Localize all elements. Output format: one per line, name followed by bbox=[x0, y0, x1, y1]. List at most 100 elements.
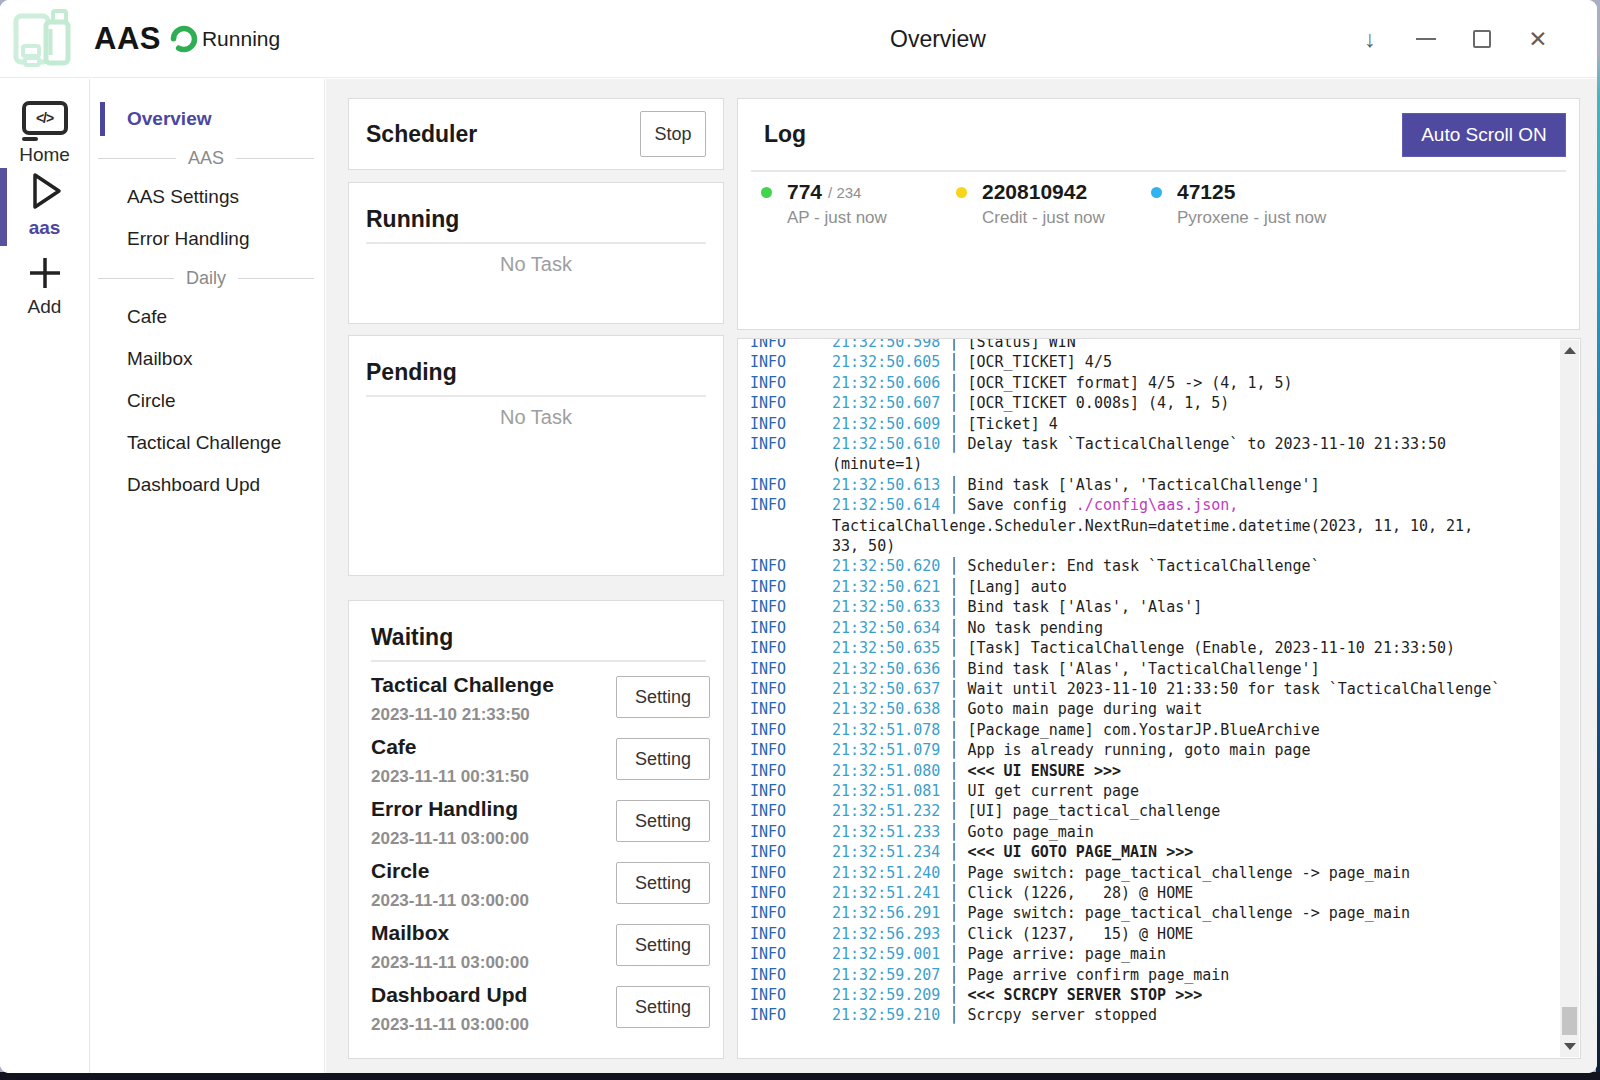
nav-item-dashboard-upd[interactable]: Dashboard Upd bbox=[91, 464, 324, 506]
divider bbox=[366, 242, 706, 244]
rail-item-add[interactable]: Add bbox=[0, 253, 89, 318]
stat-suffix: / 234 bbox=[828, 184, 861, 201]
waiting-task-row: Circle2023-11-11 03:00:00Setting bbox=[371, 856, 710, 918]
waiting-task-time: 2023-11-10 21:33:50 bbox=[371, 703, 554, 727]
rail-item-aas[interactable]: aas bbox=[0, 168, 89, 239]
log-line: INFO21:32:51.079 │ App is already runnin… bbox=[750, 740, 1504, 760]
setting-button[interactable]: Setting bbox=[616, 862, 710, 904]
setting-button[interactable]: Setting bbox=[616, 800, 710, 842]
log-card: Log Auto Scroll ON 774 / 234 AP - just now… bbox=[737, 98, 1580, 330]
minimize-button[interactable] bbox=[1413, 26, 1439, 52]
log-line: INFO21:32:51.081 │ UI get current page bbox=[750, 781, 1504, 801]
log-line: INFO21:32:50.633 │ Bind task ['Alas', 'A… bbox=[750, 597, 1504, 617]
nav-item-overview[interactable]: Overview bbox=[91, 98, 324, 140]
log-line: INFO21:32:59.207 │ Page arrive confirm p… bbox=[750, 965, 1504, 985]
log-line: INFO21:32:50.610 │ Delay task `TacticalC… bbox=[750, 434, 1504, 475]
maximize-button[interactable] bbox=[1469, 26, 1495, 52]
stat-label: Credit - just now bbox=[982, 208, 1151, 228]
nav-item-error-handling[interactable]: Error Handling bbox=[91, 218, 324, 260]
setting-button[interactable]: Setting bbox=[616, 676, 710, 718]
stat-label: AP - just now bbox=[787, 208, 956, 228]
log-line: INFO21:32:50.606 │ [OCR_TICKET format] 4… bbox=[750, 373, 1504, 393]
waiting-task-name: Dashboard Upd bbox=[371, 982, 529, 1008]
stat-label: Pyroxene - just now bbox=[1177, 208, 1346, 228]
log-stat: 47125Pyroxene - just now bbox=[1151, 180, 1346, 228]
log-line: INFO21:32:50.607 │ [OCR_TICKET 0.008s] (… bbox=[750, 393, 1504, 413]
stat-dot-icon bbox=[1151, 187, 1162, 198]
auto-scroll-button[interactable]: Auto Scroll ON bbox=[1402, 113, 1566, 157]
waiting-task-name: Tactical Challenge bbox=[371, 672, 554, 698]
running-title: Running bbox=[366, 206, 706, 233]
desktop-bottom bbox=[0, 1072, 1600, 1080]
play-icon bbox=[21, 168, 69, 214]
stop-button[interactable]: Stop bbox=[640, 111, 706, 157]
nav-item-aas-settings[interactable]: AAS Settings bbox=[91, 176, 324, 218]
scroll-up-icon[interactable] bbox=[1564, 347, 1576, 354]
nav-item-mailbox[interactable]: Mailbox bbox=[91, 338, 324, 380]
log-scrollbar[interactable] bbox=[1560, 340, 1579, 1057]
log-line: INFO21:32:59.210 │ Scrcpy server stopped bbox=[750, 1005, 1504, 1025]
add-icon bbox=[25, 253, 65, 293]
waiting-task-row: Mailbox 2023-11-11 03:00:00 Setting bbox=[371, 918, 710, 980]
log-line: INFO21:32:50.634 │ No task pending bbox=[750, 618, 1504, 638]
stat-value: 774 bbox=[787, 180, 822, 204]
waiting-task-name: Circle bbox=[371, 858, 529, 884]
log-line: INFO21:32:50.635 │ [Task] TacticalChalle… bbox=[750, 638, 1504, 658]
stat-value: 220810942 bbox=[982, 180, 1087, 204]
log-line: INFO21:32:50.609 │ [Ticket] 4 bbox=[750, 414, 1504, 434]
scheduler-title: Scheduler bbox=[366, 121, 640, 148]
running-empty-text: No Task bbox=[366, 253, 706, 276]
waiting-title: Waiting bbox=[371, 624, 710, 651]
pending-title: Pending bbox=[366, 359, 706, 386]
rail-aas-label: aas bbox=[29, 217, 61, 239]
log-stat: 220810942 Credit - just now bbox=[956, 180, 1151, 228]
app-name: AAS bbox=[94, 21, 161, 57]
log-line: INFO21:32:50.638 │ Goto main page during… bbox=[750, 699, 1504, 719]
waiting-task-row: Dashboard Upd 2023-11-11 03:00:00 Setting bbox=[371, 980, 710, 1042]
log-line: INFO21:32:51.234 │ <<< UI GOTO PAGE_MAIN… bbox=[750, 842, 1504, 862]
waiting-task-time: 2023-11-11 03:00:00 bbox=[371, 1013, 529, 1037]
divider bbox=[371, 660, 706, 662]
rail-home-label: Home bbox=[19, 144, 70, 166]
waiting-task-time: 2023-11-11 03:00:00 bbox=[371, 951, 529, 975]
scrollbar-thumb[interactable] bbox=[1562, 1007, 1577, 1035]
waiting-task-row: Tactical Challenge 2023-11-10 21:33:50 Set… bbox=[371, 670, 710, 732]
setting-button[interactable]: Setting bbox=[616, 924, 710, 966]
app-logo-icon bbox=[12, 9, 72, 69]
app-window: AAS Running Overview ↓ ✕ </> Home aas bbox=[0, 0, 1597, 1073]
scroll-down-icon[interactable] bbox=[1564, 1043, 1576, 1050]
setting-button[interactable]: Setting bbox=[616, 986, 710, 1028]
setting-button[interactable]: Setting bbox=[616, 738, 710, 780]
log-line: INFO21:32:59.001 │ Page arrive: page_mai… bbox=[750, 944, 1504, 964]
download-arrow-icon[interactable]: ↓ bbox=[1357, 26, 1383, 52]
page-title: Overview bbox=[890, 26, 986, 53]
log-line: INFO21:32:51.078 │ [Package_name] com.Yo… bbox=[750, 720, 1504, 740]
nav-item-cafe[interactable]: Cafe bbox=[91, 296, 324, 338]
divider bbox=[751, 170, 1566, 172]
nav-item-circle[interactable]: Circle bbox=[91, 380, 324, 422]
log-line: INFO21:32:50.613 │ Bind task ['Alas', 'T… bbox=[750, 475, 1504, 495]
log-line: INFO21:32:56.293 │ Click (1237, 15) @ HO… bbox=[750, 924, 1504, 944]
waiting-task-name: Mailbox bbox=[371, 920, 529, 946]
log-line: INFO21:32:51.241 │ Click (1226, 28) @ HO… bbox=[750, 883, 1504, 903]
log-stats: 774 / 234 AP - just now 220810942 Credit - j… bbox=[761, 180, 1566, 228]
log-line: INFO21:32:50.605 │ [OCR_TICKET] 4/5 bbox=[750, 352, 1504, 372]
main-content: Scheduler Stop Running No Task Pending N… bbox=[326, 79, 1597, 1073]
pending-empty-text: No Task bbox=[366, 406, 706, 429]
rail-active-indicator bbox=[0, 168, 7, 246]
pending-card: Pending No Task bbox=[348, 335, 724, 576]
log-line: INFO21:32:59.209 │ <<< SCRCPY SERVER STO… bbox=[750, 985, 1504, 1005]
scheduler-status: Running bbox=[202, 27, 280, 51]
nav-sidebar: OverviewAASAAS SettingsError HandlingDai… bbox=[91, 79, 325, 1073]
window-controls: ↓ ✕ bbox=[1357, 0, 1551, 78]
close-button[interactable]: ✕ bbox=[1525, 26, 1551, 52]
rail-item-home[interactable]: </> Home bbox=[0, 101, 89, 166]
icon-rail: </> Home aas Add bbox=[0, 79, 90, 1073]
log-line: INFO21:32:50.620 │ Scheduler: End task `… bbox=[750, 556, 1504, 576]
log-header: Log Auto Scroll ON bbox=[751, 99, 1566, 170]
log-line: INFO21:32:50.637 │ Wait until 2023-11-10… bbox=[750, 679, 1504, 699]
waiting-card: Waiting Tactical Challenge 2023-11-10 21:… bbox=[348, 600, 724, 1059]
nav-item-tactical-challenge[interactable]: Tactical Challenge bbox=[91, 422, 324, 464]
scheduler-card: Scheduler Stop bbox=[348, 98, 724, 170]
waiting-task-name: Cafe bbox=[371, 734, 529, 760]
